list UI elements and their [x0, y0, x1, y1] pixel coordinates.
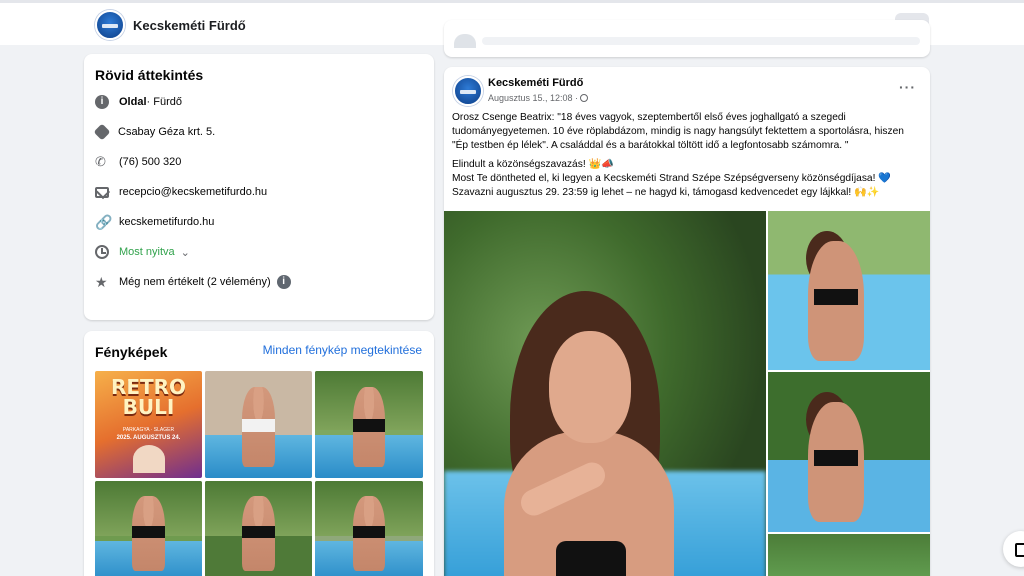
swimsuit: [814, 289, 858, 305]
new-message-button[interactable]: [1003, 531, 1024, 567]
post-side-photo[interactable]: [768, 534, 930, 576]
intro-rating-row: ★ Még nem értékelt (2 vélemény) i: [95, 273, 291, 291]
previous-post-card: [444, 20, 930, 57]
post-timestamp[interactable]: Augusztus 15., 12:08 ·: [488, 93, 589, 103]
photo-thumb[interactable]: [205, 481, 312, 576]
globe-icon: [580, 94, 589, 102]
rating-info-icon[interactable]: i: [276, 275, 291, 289]
rating-text: Még nem értékelt (2 vélemény): [119, 276, 271, 288]
location-pin-icon: [93, 123, 111, 141]
swimsuit: [352, 526, 386, 538]
address-text: Csabay Géza krt. 5.: [118, 126, 216, 138]
face-shape: [549, 331, 631, 443]
website-link[interactable]: kecskemetifurdo.hu: [119, 216, 214, 228]
post-side-photo[interactable]: [768, 211, 930, 370]
photos-title: Fényképek: [95, 344, 168, 360]
post-card: Kecskeméti Fürdő Augusztus 15., 12:08 · …: [444, 67, 930, 576]
swimsuit: [352, 419, 386, 432]
mail-icon: [95, 186, 109, 198]
photo-thumb-retro-buli[interactable]: RETRO BULI PARKAGYA · SLAGER 2025. AUGUS…: [95, 371, 202, 478]
swimsuit: [242, 526, 275, 538]
retro-date: 2025. AUGUSZTUS 24.: [116, 435, 181, 441]
intro-email-row: recepcio@kecskemetifurdo.hu: [95, 183, 267, 201]
intro-address-row: Csabay Géza krt. 5.: [93, 123, 216, 141]
photo-thumb[interactable]: [315, 481, 423, 576]
intro-category-row: i Oldal · Fürdő: [95, 93, 182, 111]
post-side-photo[interactable]: [768, 372, 930, 532]
intro-title: Rövid áttekintés: [95, 67, 204, 83]
intro-card: Rövid áttekintés i Oldal · Fürdő Csabay …: [84, 54, 434, 320]
info-icon: i: [95, 95, 109, 109]
post-paragraph: Szavazni augusztus 29. 23:59 ig lehet – …: [452, 187, 880, 199]
photo-thumb[interactable]: [205, 371, 312, 478]
retro-title-line2: BULI: [122, 395, 175, 419]
photos-card: Fényképek Minden fénykép megtekintése RE…: [84, 331, 434, 576]
avatar: [454, 34, 476, 48]
post-text: Orosz Csenge Beatrix: "18 éves vagyok, s…: [452, 111, 922, 200]
chevron-down-icon[interactable]: ⌄: [181, 246, 190, 259]
post-paragraph: Elindult a közönségszavazás! 👑📣: [452, 158, 614, 170]
photo-thumb[interactable]: [315, 371, 423, 478]
post-main-photo[interactable]: [444, 211, 766, 576]
phone-icon: ✆: [95, 154, 106, 169]
comment-input[interactable]: [482, 37, 920, 45]
page-logo-avatar[interactable]: [95, 10, 125, 40]
clock-icon: [95, 245, 109, 259]
intro-website-row: 🔗 kecskemetifurdo.hu: [95, 213, 214, 231]
swimsuit: [556, 541, 626, 576]
see-all-photos-link[interactable]: Minden fénykép megtekintése: [263, 343, 422, 357]
retro-title-line1: RETRO: [110, 375, 187, 399]
swimsuit: [242, 419, 275, 432]
phone-text: (76) 500 320: [119, 156, 182, 168]
post-paragraph: Orosz Csenge Beatrix: "18 éves vagyok, s…: [452, 112, 904, 152]
intro-phone-row: ✆ (76) 500 320: [95, 153, 181, 171]
star-icon: ★: [95, 274, 108, 290]
dj-image: [133, 445, 165, 473]
category-label: Oldal: [119, 96, 147, 108]
post-author-avatar[interactable]: [453, 76, 483, 106]
intro-hours-row: Most nyitva ⌄: [95, 243, 190, 261]
swimsuit: [132, 526, 165, 538]
email-link[interactable]: recepcio@kecskemetifurdo.hu: [119, 186, 267, 198]
link-icon: 🔗: [95, 214, 113, 230]
post-options-button[interactable]: ···: [899, 79, 916, 95]
hours-toggle[interactable]: Most nyitva: [119, 246, 175, 258]
post-date: Augusztus 15., 12:08 ·: [488, 93, 579, 103]
photo-thumb[interactable]: [95, 481, 202, 576]
post-author-name[interactable]: Kecskeméti Fürdő: [488, 77, 583, 89]
category-value: · Fürdő: [146, 96, 182, 108]
swimsuit: [814, 450, 858, 466]
post-paragraph: Most Te döntheted el, ki legyen a Kecske…: [452, 172, 891, 184]
page-name[interactable]: Kecskeméti Fürdő: [133, 18, 246, 33]
retro-subtitle: PARKAGYA · SLAGER: [122, 427, 175, 433]
